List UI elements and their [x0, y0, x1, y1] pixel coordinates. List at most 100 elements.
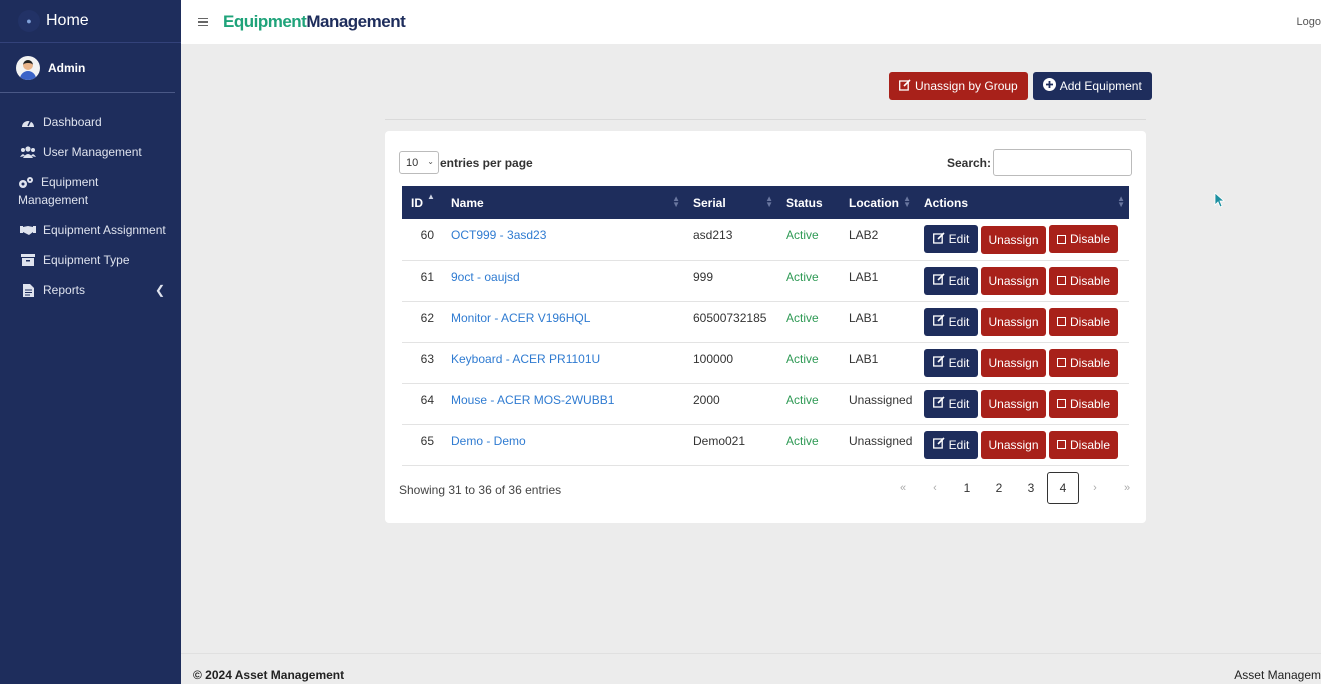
sidebar-item-label: Equipment Assignment	[43, 223, 166, 237]
cell-actions: Edit Unassign Disable	[915, 301, 1129, 342]
table-row: 64 Mouse - ACER MOS-2WUBB1 2000 Active U…	[402, 383, 1129, 424]
sidebar-item-label: Equipment	[41, 175, 99, 189]
equipment-name-link[interactable]: Mouse - ACER MOS-2WUBB1	[451, 393, 614, 407]
edit-button[interactable]: Edit	[924, 348, 978, 377]
unassign-button[interactable]: Unassign	[981, 308, 1046, 336]
edit-icon	[932, 231, 945, 247]
unassign-button[interactable]: Unassign	[981, 267, 1046, 295]
page-button-1[interactable]: 1	[951, 472, 983, 504]
column-header-serial[interactable]: Serial ▲ ▼	[684, 186, 777, 219]
edit-button[interactable]: Edit	[924, 307, 978, 336]
cell-actions: Edit Unassign Disable	[915, 342, 1129, 383]
edit-button[interactable]: Edit	[924, 225, 978, 253]
cell-name: OCT999 - 3asd23	[442, 219, 684, 260]
gears-icon	[18, 176, 34, 190]
edit-icon	[932, 396, 945, 411]
sidebar-nav: Dashboard User Management Equipment Mana…	[0, 93, 181, 305]
page-last-button[interactable]: »	[1111, 472, 1143, 504]
logout-link[interactable]: Logo	[1297, 16, 1321, 28]
column-header-name[interactable]: Name ▲ ▼	[442, 186, 684, 219]
cell-location: LAB1	[849, 269, 879, 284]
sidebar-item-reports[interactable]: Reports ❮	[0, 275, 181, 305]
sort-icon: ▲ ▼	[903, 194, 911, 209]
disable-label: Disable	[1069, 232, 1111, 246]
unassign-by-group-button[interactable]: Unassign by Group	[889, 72, 1028, 100]
equipment-name-link[interactable]: 9oct - oaujsd	[451, 270, 520, 284]
cell-location: Unassigned	[849, 392, 913, 407]
edit-icon	[932, 273, 945, 288]
edit-icon	[932, 314, 945, 329]
unassign-button[interactable]: Unassign	[981, 349, 1046, 377]
sidebar-brand[interactable]: ● Home	[0, 0, 181, 43]
entries-select[interactable]: 10 ⌄	[399, 151, 439, 174]
disable-button[interactable]: Disable	[1049, 266, 1118, 295]
page-prev-button[interactable]: ‹	[919, 472, 951, 504]
sort-asc-icon: ▲	[427, 192, 435, 201]
edit-label: Edit	[948, 355, 970, 370]
app-title-part2: Management	[306, 12, 406, 31]
edit-label: Edit	[948, 273, 970, 288]
equipment-name-link[interactable]: OCT999 - 3asd23	[451, 228, 546, 242]
brand-logo-icon: ●	[18, 10, 40, 32]
cell-serial: Demo021	[693, 433, 746, 448]
equipment-name-link[interactable]: Keyboard - ACER PR1101U	[451, 352, 600, 366]
page-button-4-current[interactable]: 4	[1047, 472, 1079, 504]
equipment-table: ID ▲ Name ▲ ▼ Serial ▲ ▼ Status Location ▲ ▼ Ac…	[402, 186, 1129, 466]
search-input[interactable]	[993, 149, 1132, 176]
add-equipment-button[interactable]: Add Equipment	[1032, 72, 1152, 100]
cell-location: LAB1	[849, 351, 879, 366]
users-icon	[20, 145, 36, 159]
avatar	[16, 55, 40, 80]
sidebar-item-user-management[interactable]: User Management	[0, 137, 181, 167]
edit-label: Edit	[948, 396, 970, 411]
cell-name: Demo - Demo	[442, 424, 684, 465]
edit-button[interactable]: Edit	[924, 266, 978, 295]
sidebar-item-equipment-type[interactable]: Equipment Type	[0, 245, 181, 275]
page-button-3[interactable]: 3	[1015, 472, 1047, 504]
equipment-name-link[interactable]: Demo - Demo	[451, 434, 526, 448]
user-name: Admin	[48, 60, 86, 75]
cell-name: 9oct - oaujsd	[442, 260, 684, 301]
unassign-button[interactable]: Unassign	[981, 225, 1046, 254]
footer-right-text: Asset Managem	[1234, 668, 1321, 682]
sidebar-item-equipment-assignment[interactable]: Equipment Assignment	[0, 215, 181, 245]
column-header-actions[interactable]: Actions ▲ ▼	[915, 186, 1129, 219]
unassign-button[interactable]: Unassign	[981, 390, 1046, 418]
app-title-part1: Equipment	[223, 12, 307, 31]
table-row: 61 9oct - oaujsd 999 Active LAB1 Edit Un…	[402, 260, 1129, 301]
edit-button[interactable]: Edit	[924, 389, 978, 418]
unassign-by-group-label: Unassign by Group	[915, 79, 1018, 93]
menu-toggle-icon[interactable]	[198, 17, 208, 27]
top-header: EquipmentManagement Logo	[181, 0, 1321, 44]
unassign-button[interactable]: Unassign	[981, 431, 1046, 459]
sidebar-item-label: Equipment Type	[43, 253, 130, 267]
entries-per-page: 10 ⌄ entries per page	[399, 151, 533, 174]
equipment-name-link[interactable]: Monitor - ACER V196HQL	[451, 311, 590, 325]
disable-button[interactable]: Disable	[1049, 348, 1118, 377]
edit-button[interactable]: Edit	[924, 430, 978, 459]
disable-button[interactable]: Disable	[1049, 307, 1118, 336]
sidebar-item-dashboard[interactable]: Dashboard	[0, 107, 181, 137]
column-header-location[interactable]: Location ▲ ▼	[840, 186, 915, 219]
add-equipment-label: Add Equipment	[1059, 79, 1142, 93]
disable-button[interactable]: Disable	[1049, 430, 1118, 459]
page-button-2[interactable]: 2	[983, 472, 1015, 504]
column-header-status[interactable]: Status	[777, 186, 840, 219]
table-row: 63 Keyboard - ACER PR1101U 100000 Active…	[402, 342, 1129, 383]
square-icon	[1056, 358, 1066, 367]
cell-name: Mouse - ACER MOS-2WUBB1	[442, 383, 684, 424]
page-next-button[interactable]: ›	[1079, 472, 1111, 504]
table-info: Showing 31 to 36 of 36 entries	[399, 483, 562, 497]
cell-id: 60	[420, 228, 434, 242]
disable-label: Disable	[1069, 314, 1111, 329]
unassign-label: Unassign	[988, 315, 1039, 329]
table-header-row: ID ▲ Name ▲ ▼ Serial ▲ ▼ Status Location ▲ ▼ Ac…	[402, 186, 1129, 219]
sidebar-item-equipment-management[interactable]: Equipment Management	[0, 167, 181, 215]
disable-button[interactable]: Disable	[1049, 225, 1118, 253]
column-header-id[interactable]: ID ▲	[402, 186, 442, 219]
user-panel[interactable]: Admin	[0, 43, 175, 93]
cell-status: Active	[786, 228, 819, 242]
disable-button[interactable]: Disable	[1049, 389, 1118, 418]
disable-label: Disable	[1069, 273, 1111, 288]
page-first-button[interactable]: «	[887, 472, 919, 504]
